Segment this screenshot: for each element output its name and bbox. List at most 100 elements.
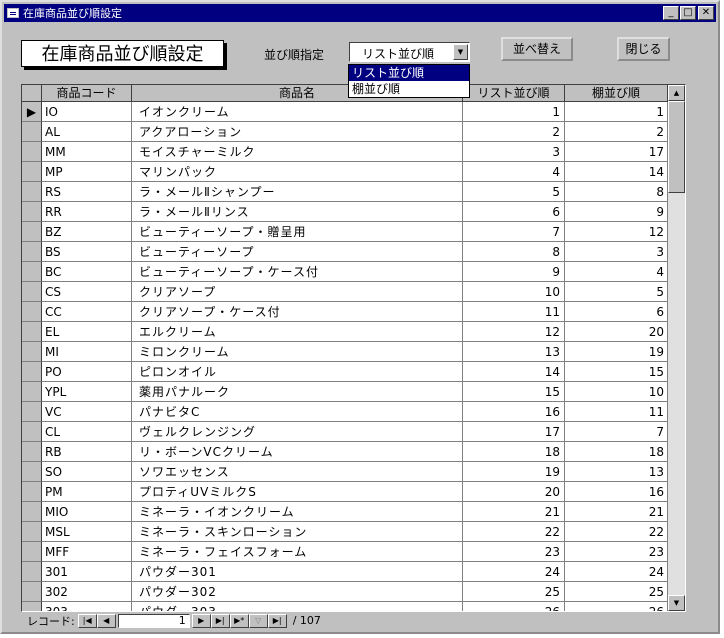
maximize-button[interactable]: □ — [680, 6, 696, 20]
table-row[interactable]: 302 パウダー302 25 25 — [22, 582, 668, 602]
cell-code[interactable]: MFF — [42, 542, 132, 562]
cell-code[interactable]: PO — [42, 362, 132, 382]
cell-shelf-order[interactable]: 26 — [565, 602, 668, 611]
cell-code[interactable]: MSL — [42, 522, 132, 542]
cell-list-order[interactable]: 4 — [463, 162, 565, 182]
cell-code[interactable]: RB — [42, 442, 132, 462]
cell-code[interactable]: SO — [42, 462, 132, 482]
row-pointer-icon[interactable]: ▶ — [22, 102, 42, 122]
cell-shelf-order[interactable]: 20 — [565, 322, 668, 342]
row-selector[interactable] — [22, 422, 42, 442]
cell-name[interactable]: モイスチャーミルク — [132, 142, 463, 162]
cell-list-order[interactable]: 25 — [463, 582, 565, 602]
table-row[interactable]: BC ビューティーソープ・ケース付 9 4 — [22, 262, 668, 282]
cell-name[interactable]: パウダー302 — [132, 582, 463, 602]
cell-list-order[interactable]: 16 — [463, 402, 565, 422]
table-row[interactable]: CL ヴェルクレンジング 17 7 — [22, 422, 668, 442]
cell-name[interactable]: マリンパック — [132, 162, 463, 182]
cell-shelf-order[interactable]: 23 — [565, 542, 668, 562]
cell-list-order[interactable]: 1 — [463, 102, 565, 122]
scroll-thumb[interactable] — [668, 101, 685, 193]
row-selector[interactable] — [22, 142, 42, 162]
cell-name[interactable]: ヴェルクレンジング — [132, 422, 463, 442]
column-header-code[interactable]: 商品コード — [42, 85, 132, 102]
cell-shelf-order[interactable]: 9 — [565, 202, 668, 222]
cell-shelf-order[interactable]: 18 — [565, 442, 668, 462]
table-row[interactable]: CS クリアソープ 10 5 — [22, 282, 668, 302]
table-row[interactable]: RB リ・ボーンVCクリーム 18 18 — [22, 442, 668, 462]
cell-code[interactable]: CS — [42, 282, 132, 302]
cell-name[interactable]: パナビタC — [132, 402, 463, 422]
row-selector[interactable] — [22, 502, 42, 522]
cell-name[interactable]: ラ・メールⅡシャンプー — [132, 182, 463, 202]
cell-name[interactable]: ミネーラ・スキンローション — [132, 522, 463, 542]
cell-name[interactable]: イオンクリーム — [132, 102, 463, 122]
cell-shelf-order[interactable]: 6 — [565, 302, 668, 322]
scroll-down-icon[interactable]: ▼ — [668, 595, 685, 611]
cell-code[interactable]: BC — [42, 262, 132, 282]
cell-list-order[interactable]: 21 — [463, 502, 565, 522]
cell-name[interactable]: ミロンクリーム — [132, 342, 463, 362]
cell-list-order[interactable]: 19 — [463, 462, 565, 482]
row-selector[interactable] — [22, 542, 42, 562]
row-selector[interactable] — [22, 602, 42, 611]
cell-shelf-order[interactable]: 17 — [565, 142, 668, 162]
cell-code[interactable]: EL — [42, 322, 132, 342]
cell-list-order[interactable]: 7 — [463, 222, 565, 242]
row-selector[interactable] — [22, 402, 42, 422]
cell-code[interactable]: IO — [42, 102, 132, 122]
table-row[interactable]: MIO ミネーラ・イオンクリーム 21 21 — [22, 502, 668, 522]
table-row[interactable]: SO ソワエッセンス 19 13 — [22, 462, 668, 482]
table-row[interactable]: VC パナビタC 16 11 — [22, 402, 668, 422]
cell-list-order[interactable]: 9 — [463, 262, 565, 282]
cell-shelf-order[interactable]: 4 — [565, 262, 668, 282]
table-row[interactable]: BS ビューティーソープ 8 3 — [22, 242, 668, 262]
table-row[interactable]: 301 パウダー301 24 24 — [22, 562, 668, 582]
new-record-icon[interactable]: ▶* — [229, 613, 249, 628]
table-row[interactable]: PM プロティUVミルクS 20 16 — [22, 482, 668, 502]
table-row[interactable]: MFF ミネーラ・フェイスフォーム 23 23 — [22, 542, 668, 562]
table-row[interactable]: BZ ビューティーソープ・贈呈用 7 12 — [22, 222, 668, 242]
table-row[interactable]: CC クリアソープ・ケース付 11 6 — [22, 302, 668, 322]
cell-shelf-order[interactable]: 7 — [565, 422, 668, 442]
table-row[interactable]: 303パウダー3032626 — [22, 602, 668, 611]
last-record-icon[interactable]: ▶| — [210, 613, 230, 628]
dropdown-arrow-icon[interactable]: ▼ — [453, 44, 468, 60]
row-selector[interactable] — [22, 302, 42, 322]
cell-code[interactable]: PM — [42, 482, 132, 502]
cell-name[interactable]: エルクリーム — [132, 322, 463, 342]
cell-list-order[interactable]: 14 — [463, 362, 565, 382]
cell-shelf-order[interactable]: 15 — [565, 362, 668, 382]
cell-list-order[interactable]: 13 — [463, 342, 565, 362]
cell-shelf-order[interactable]: 14 — [565, 162, 668, 182]
cell-code[interactable]: 301 — [42, 562, 132, 582]
cell-list-order[interactable]: 6 — [463, 202, 565, 222]
column-header-shelf-order[interactable]: 棚並び順 — [565, 85, 668, 102]
table-row[interactable]: EL エルクリーム 12 20 — [22, 322, 668, 342]
cell-name[interactable]: ビューティーソープ・ケース付 — [132, 262, 463, 282]
cell-shelf-order[interactable]: 24 — [565, 562, 668, 582]
table-row[interactable]: ▶ IO イオンクリーム 1 1 — [22, 102, 668, 122]
row-selector[interactable] — [22, 582, 42, 602]
cell-list-order[interactable]: 18 — [463, 442, 565, 462]
cell-code[interactable]: CC — [42, 302, 132, 322]
row-selector[interactable] — [22, 362, 42, 382]
cell-code[interactable]: YPL — [42, 382, 132, 402]
cell-shelf-order[interactable]: 16 — [565, 482, 668, 502]
cell-code[interactable]: RS — [42, 182, 132, 202]
cell-shelf-order[interactable]: 10 — [565, 382, 668, 402]
table-row[interactable]: RS ラ・メールⅡシャンプー 5 8 — [22, 182, 668, 202]
table-row[interactable]: RR ラ・メールⅡリンス 6 9 — [22, 202, 668, 222]
row-selector[interactable] — [22, 462, 42, 482]
cell-list-order[interactable]: 2 — [463, 122, 565, 142]
cell-shelf-order[interactable]: 8 — [565, 182, 668, 202]
cell-name[interactable]: ピロンオイル — [132, 362, 463, 382]
vertical-scrollbar[interactable]: ▲ ▼ — [668, 85, 685, 611]
cell-shelf-order[interactable]: 3 — [565, 242, 668, 262]
cell-name[interactable]: クリアソープ・ケース付 — [132, 302, 463, 322]
table-row[interactable]: AL アクアローション 2 2 — [22, 122, 668, 142]
cell-name[interactable]: ビューティーソープ・贈呈用 — [132, 222, 463, 242]
first-record-icon[interactable]: |◀ — [77, 613, 97, 628]
row-selector-header[interactable] — [22, 85, 42, 102]
row-selector[interactable] — [22, 242, 42, 262]
